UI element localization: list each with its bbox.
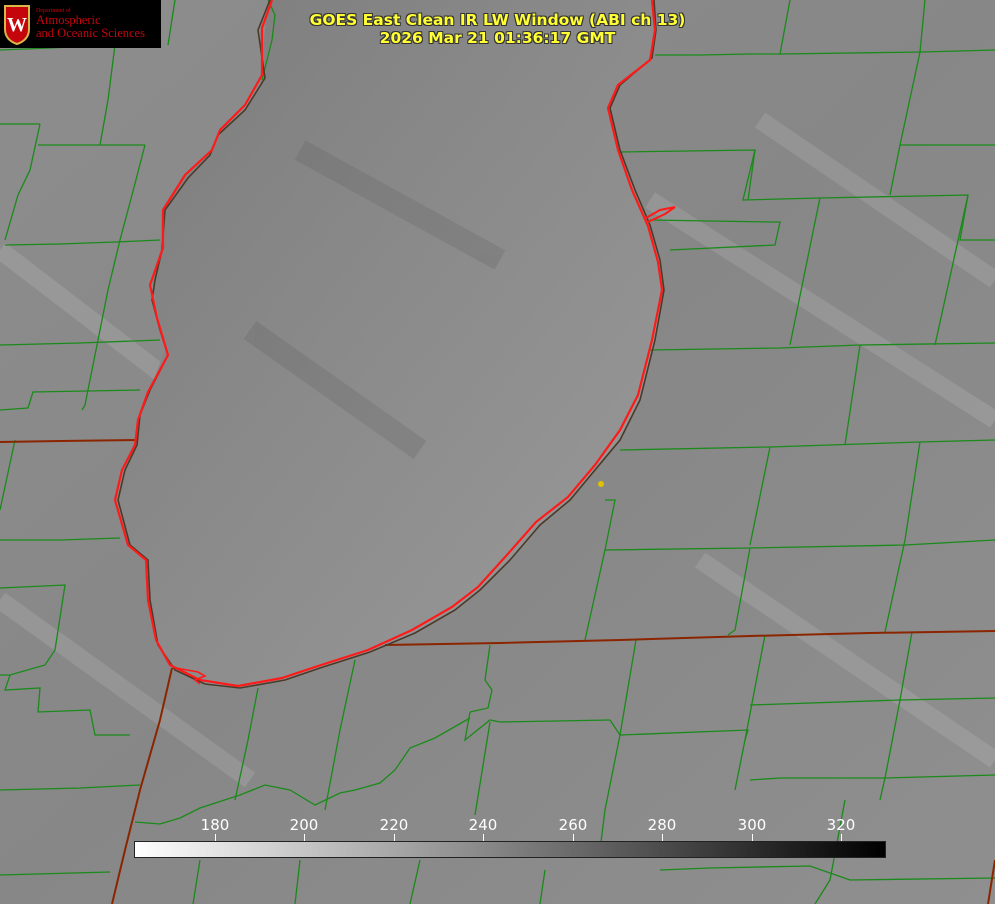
title-timestamp: 2026 Mar 21 01:36:17 GMT [379, 29, 616, 47]
image-title: GOES East Clean IR LW Window (ABI ch 13)… [0, 11, 995, 47]
colorbar-tick [841, 834, 842, 841]
colorbar-tick-label: 260 [558, 816, 588, 834]
colorbar-tick [662, 834, 663, 841]
colorbar-tick [394, 834, 395, 841]
colorbar-tick [483, 834, 484, 841]
colorbar-tick-label: 200 [289, 816, 319, 834]
colorbar-tick-label: 300 [737, 816, 767, 834]
colorbar-tick-label: 220 [379, 816, 409, 834]
colorbar-tick [304, 834, 305, 841]
colorbar-tick-label: 240 [468, 816, 498, 834]
colorbar-tick-label: 320 [826, 816, 856, 834]
colorbar-tick-label: 280 [647, 816, 677, 834]
colorbar-tick-label: 180 [200, 816, 230, 834]
ir-satellite-map [0, 0, 995, 904]
colorbar-tick [573, 834, 574, 841]
title-product: GOES East Clean IR LW Window (ABI ch 13) [309, 11, 686, 29]
colorbar-gradient [134, 841, 886, 858]
satellite-map-viewer: W Department of Atmospheric and Oceanic … [0, 0, 995, 904]
station-marker [598, 481, 604, 487]
colorbar-tick [215, 834, 216, 841]
colorbar-tick [752, 834, 753, 841]
